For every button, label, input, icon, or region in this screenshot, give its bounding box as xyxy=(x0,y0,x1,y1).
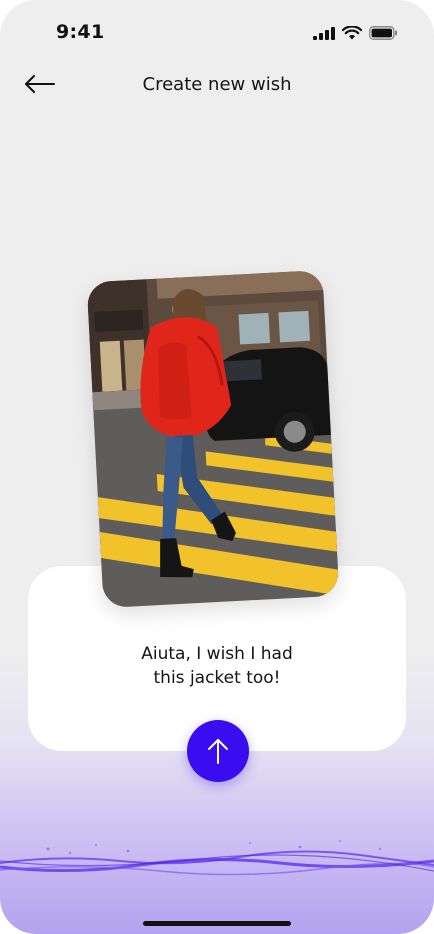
header: Create new wish xyxy=(0,62,434,106)
wish-message-line-2: this jacket too! xyxy=(153,668,281,688)
signal-icon xyxy=(313,26,335,40)
phone-screen: 9:41 Create new wish Aiuta, I wish I had… xyxy=(0,0,434,934)
status-bar: 9:41 xyxy=(0,0,434,60)
status-icons xyxy=(313,26,398,40)
home-indicator xyxy=(143,921,291,926)
wish-photo xyxy=(86,270,340,608)
voice-wave xyxy=(0,840,434,876)
send-button[interactable] xyxy=(187,720,249,782)
photo-illustration xyxy=(86,270,340,608)
wifi-icon xyxy=(342,26,362,40)
wish-message-line-1: Aiuta, I wish I had xyxy=(141,644,293,664)
arrow-up-icon xyxy=(208,739,228,764)
status-time: 9:41 xyxy=(56,21,105,43)
battery-icon xyxy=(369,26,397,40)
page-title: Create new wish xyxy=(142,74,292,95)
wish-message: Aiuta, I wish I had this jacket too! xyxy=(28,642,406,690)
